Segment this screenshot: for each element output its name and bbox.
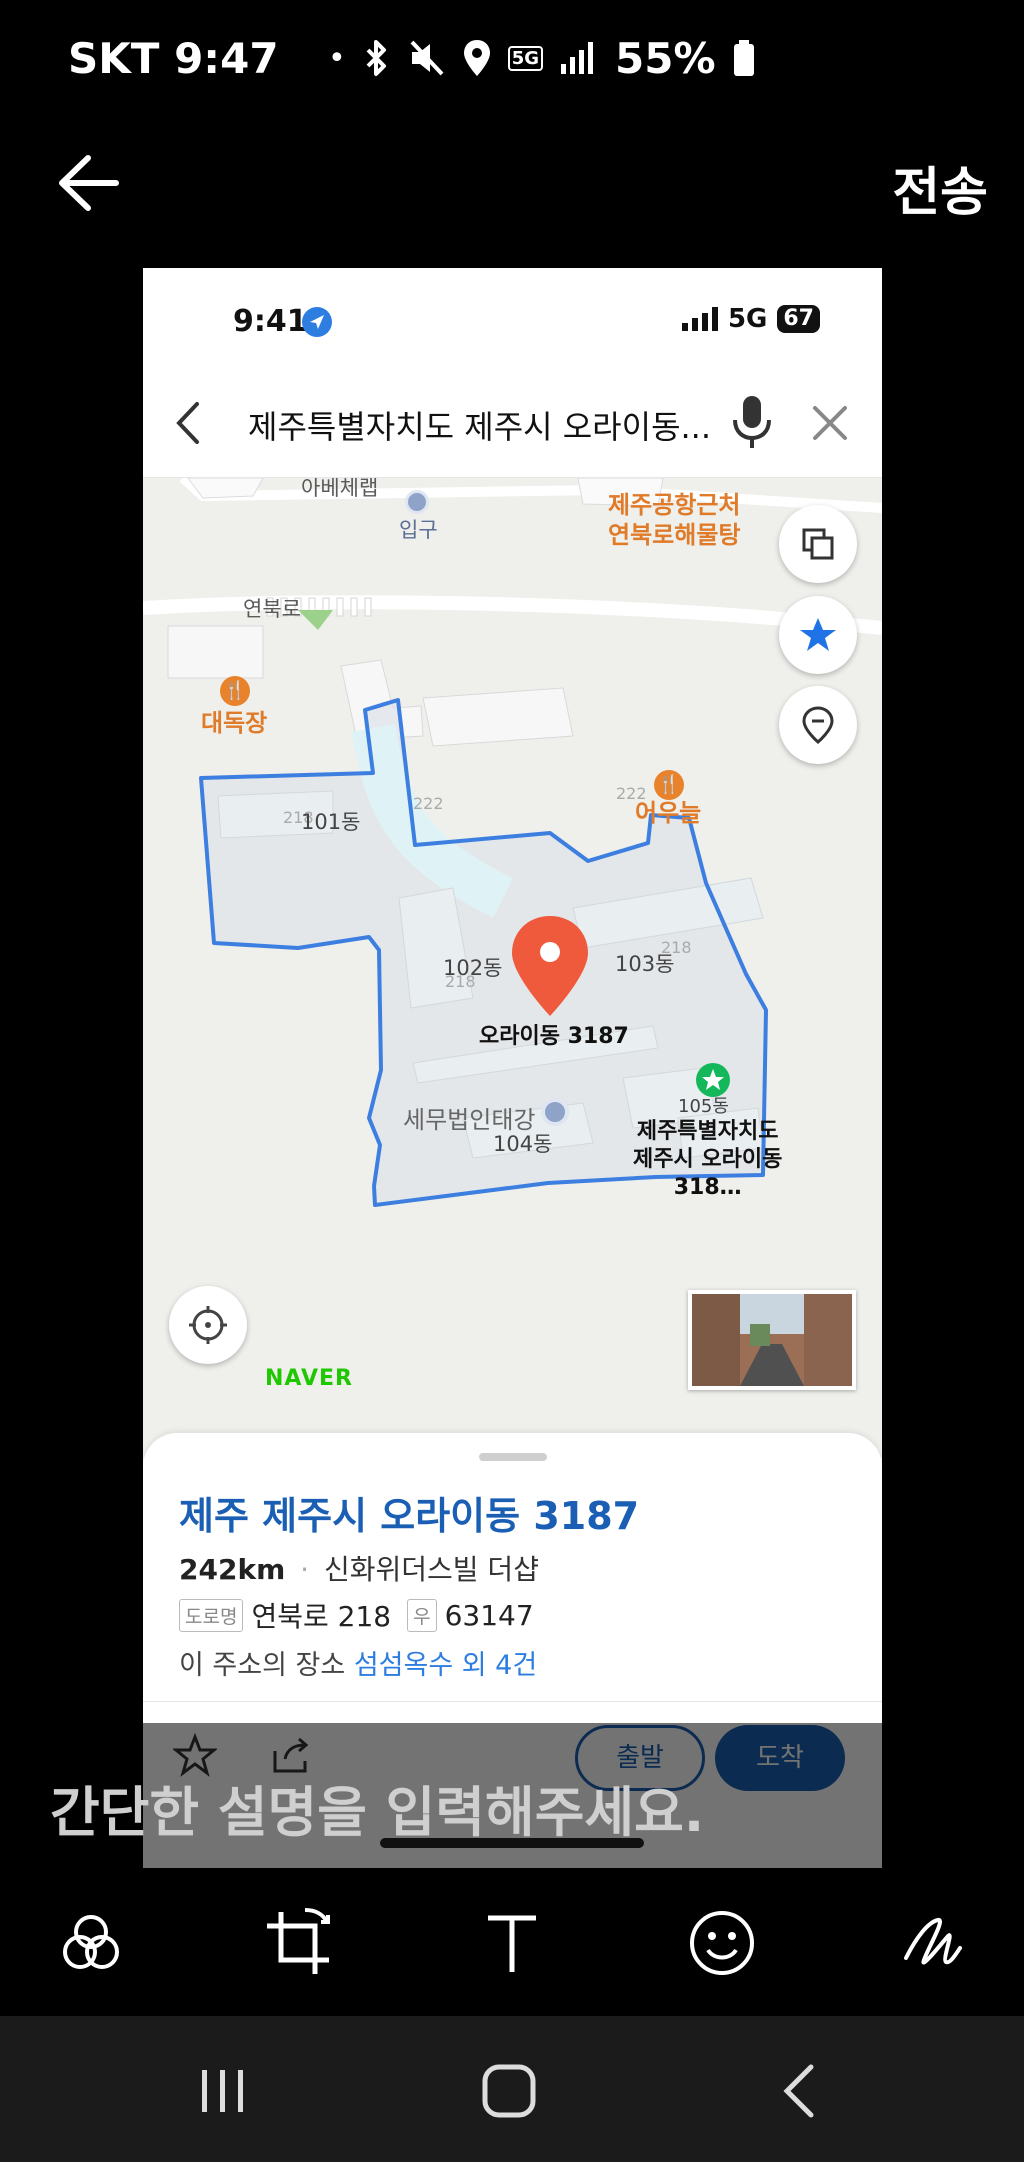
- places-row: 이 주소의 장소 섬섬옥수 외 4건: [179, 1643, 537, 1682]
- location-pin-icon[interactable]: [510, 914, 590, 1018]
- current-location-button[interactable]: [169, 1286, 247, 1364]
- draw-button[interactable]: [888, 1898, 978, 1988]
- map-label-104: 104동: [493, 1132, 553, 1156]
- restaurant-icon: 🍴: [220, 676, 250, 706]
- place-marker-button[interactable]: [779, 686, 857, 764]
- pin-label: 오라이동 3187: [479, 1024, 629, 1049]
- separator: ·: [300, 1553, 310, 1586]
- favorites-button[interactable]: [779, 596, 857, 674]
- building-name: 신화위더스빌 더샵: [323, 1553, 539, 1586]
- status-time: SKT 9:47: [68, 34, 279, 83]
- restaurant-icon: 🍴: [654, 770, 684, 800]
- chevron-left-icon: [783, 2064, 814, 2118]
- sticker-button[interactable]: [677, 1898, 767, 1988]
- naver-logo: NAVER: [265, 1366, 353, 1391]
- attached-screenshot: 9:41 5G 67 제주특별자치도 제주시 오라이동... 아베체랩 입구 제…: [143, 268, 882, 1868]
- ios-network: 5G: [727, 304, 768, 334]
- office-marker: [541, 1098, 569, 1126]
- sheet-drag-handle[interactable]: [479, 1453, 547, 1461]
- map-pin-outline-icon: [802, 706, 834, 744]
- text-button[interactable]: [467, 1898, 557, 1988]
- layers-icon: [802, 528, 834, 560]
- street-view-thumbnail[interactable]: [688, 1290, 856, 1390]
- map-label-restaurant-bath: 제주공항근처 연북로해물탕: [608, 490, 740, 550]
- location-arrow-icon: [302, 307, 332, 337]
- star-icon: [800, 618, 836, 651]
- address-row: 도로명 연북로 218 우 63147: [179, 1595, 534, 1635]
- status-icons: • 5G 55%: [328, 30, 756, 86]
- emoji-icon: [690, 1911, 754, 1975]
- map-label-road: 연북로: [243, 597, 301, 621]
- microphone-icon[interactable]: [731, 392, 773, 452]
- map-label-103-num: 218: [661, 938, 692, 957]
- street-view-image: [692, 1294, 852, 1386]
- filter-icon: [63, 1915, 119, 1969]
- pen-icon: [904, 1918, 962, 1965]
- editor-header: 전송: [0, 100, 1024, 268]
- entrance-marker: [405, 490, 429, 514]
- map-label-daedokjang: 대독장: [201, 709, 268, 737]
- close-icon[interactable]: [811, 404, 849, 442]
- ios-clock: 9:41: [233, 304, 308, 339]
- battery-percent: 55%: [615, 33, 716, 83]
- map-label-bldg-222a: 222: [413, 794, 444, 813]
- layers-button[interactable]: [779, 505, 857, 583]
- carrier-label: SKT: [68, 34, 160, 83]
- crop-rotate-icon: [267, 1908, 330, 1974]
- zip-tag: 우: [407, 1598, 437, 1632]
- signal-icon: [561, 42, 594, 74]
- caption-input[interactable]: 간단한 설명을 입력해주세요.: [50, 1768, 704, 1847]
- map-view[interactable]: 아베체랩 입구 제주공항근처 연북로해물탕 연북로 🍴 대독장 222 222 …: [143, 478, 882, 1458]
- mute-icon: [410, 40, 444, 76]
- home-icon: [482, 2064, 536, 2118]
- clock: 9:47: [174, 34, 279, 83]
- map-label-entrance: 입구: [399, 518, 438, 542]
- places-link[interactable]: 섬섬옥수 외 4건: [354, 1650, 537, 1681]
- home-button[interactable]: [474, 2056, 544, 2126]
- map-label-101: 101동: [301, 810, 361, 834]
- zip-code: 63147: [444, 1598, 534, 1632]
- notification-dot: •: [328, 40, 346, 76]
- road-name-tag: 도로명: [179, 1598, 244, 1632]
- location-icon: [463, 40, 490, 76]
- network-5g-icon: 5G: [507, 45, 544, 71]
- ios-battery: 67: [777, 305, 820, 333]
- back-arrow-icon[interactable]: [54, 148, 124, 218]
- crosshair-icon: [189, 1306, 227, 1344]
- saved-star-marker-icon[interactable]: [695, 1062, 731, 1098]
- ios-status-icons: 5G 67: [681, 304, 820, 334]
- send-button[interactable]: 전송: [892, 150, 988, 225]
- map-label-102-num: 218: [445, 972, 476, 991]
- back-button[interactable]: [764, 2056, 834, 2126]
- search-input[interactable]: 제주특별자치도 제주시 오라이동...: [248, 402, 718, 448]
- distance: 242km: [179, 1553, 286, 1586]
- battery-icon: [733, 40, 754, 76]
- status-bar: SKT 9:47 • 5G 55%: [0, 0, 1024, 100]
- divider: [143, 1701, 882, 1702]
- crop-rotate-button[interactable]: [253, 1898, 343, 1988]
- map-label-abechelab: 아베체랩: [301, 478, 379, 500]
- saved-line2: 제주시 오라이동: [633, 1147, 783, 1172]
- bluetooth-icon: [366, 40, 386, 76]
- road-address: 연북로 218: [251, 1600, 392, 1633]
- recents-icon: [202, 2070, 243, 2112]
- filter-button[interactable]: [46, 1898, 136, 1988]
- places-prefix: 이 주소의 장소: [179, 1650, 346, 1681]
- android-nav-bar: [0, 2016, 1024, 2162]
- recents-button[interactable]: [188, 2056, 258, 2126]
- text-icon: [488, 1915, 536, 1972]
- ios-signal-icon: [681, 307, 718, 331]
- map-search-bar: 제주특별자치도 제주시 오라이동...: [143, 368, 882, 478]
- ios-home-indicator: [380, 1838, 644, 1848]
- bath-line1: 제주공항근처: [608, 491, 741, 519]
- place-distance-row: 242km · 신화위더스빌 더샵: [179, 1548, 539, 1588]
- place-title[interactable]: 제주 제주시 오라이동 3187: [179, 1485, 639, 1540]
- map-label-eouneul: 어우늘: [635, 799, 702, 827]
- saved-place-label: 제주특별자치도 제주시 오라이동 318…: [633, 1118, 782, 1202]
- saved-line3: 318…: [673, 1175, 742, 1200]
- bath-line2: 연북로해물탕: [608, 521, 741, 549]
- chevron-left-icon[interactable]: [173, 400, 203, 446]
- editor-toolbar: [0, 1868, 1024, 2016]
- saved-line1: 제주특별자치도: [636, 1119, 779, 1144]
